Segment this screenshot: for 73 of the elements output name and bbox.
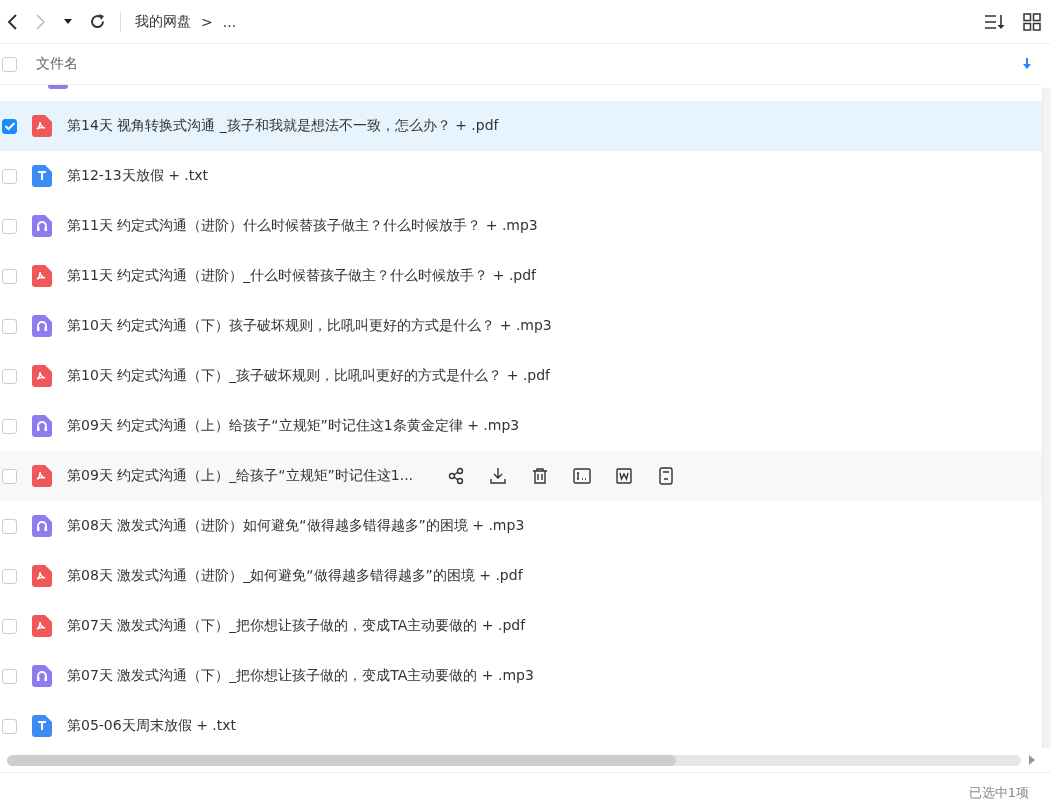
document-icon[interactable] [657,467,676,485]
file-row[interactable]: 第14天 视角转换式沟通 _孩子和我就是想法不一致，怎么办？ + .pdf [0,101,1042,151]
headphones-file-icon [32,665,52,687]
checkbox[interactable] [2,518,17,534]
file-row[interactable]: 第08天 激发式沟通（进阶）如何避免“做得越多错得越多”的困境 + .mp3 [0,501,1042,551]
pdf-file-icon [32,465,52,487]
sort-icon[interactable] [984,12,1006,31]
file-row[interactable]: 第10天 约定式沟通（下）孩子破坏规则，比吼叫更好的方式是什么？ + .mp3 [0,301,1042,351]
file-name: 第10天 约定式沟通（下）_孩子破坏规则，比吼叫更好的方式是什么？ + .pdf [67,367,551,385]
file-name: 第08天 激发式沟通（进阶）如何避免“做得越多错得越多”的困境 + .mp3 [67,517,525,535]
file-name: 第09天 约定式沟通（上）_给孩子“立规矩”时记住这1... [67,467,414,485]
pdf-file-icon [32,565,52,587]
text-file-icon [32,715,52,737]
file-name: 第08天 激发式沟通（进阶）_如何避免“做得越多错得越多”的困境 + .pdf [67,567,523,585]
delete-icon[interactable] [531,467,550,485]
text-box-icon[interactable] [573,467,592,485]
checkbox[interactable] [2,218,17,234]
file-name: 第05-06天周末放假 + .txt [67,717,237,735]
breadcrumb-item[interactable]: ... [222,13,237,30]
pdf-file-icon [32,615,52,637]
file-name: 第11天 约定式沟通（进阶）_什么时候替孩子做主？什么时候放手？ + .pdf [67,267,537,285]
file-row[interactable]: 第11天 约定式沟通（进阶）什么时候替孩子做主？什么时候放手？ + .mp3 [0,201,1042,251]
file-name: 第12-13天放假 + .txt [67,167,209,185]
file-name: 第14天 视角转换式沟通 _孩子和我就是想法不一致，怎么办？ + .pdf [67,117,499,135]
checkbox[interactable] [2,268,17,284]
headphones-file-icon [32,515,52,537]
file-row[interactable]: 第05-06天周末放假 + .txt [0,701,1042,748]
selection-count: 已选中1项 [968,784,1029,802]
forward-icon[interactable] [35,12,47,31]
back-icon[interactable] [6,12,18,31]
refresh-icon[interactable] [89,13,106,30]
file-row[interactable]: 第11天 约定式沟通（进阶）_什么时候替孩子做主？什么时候放手？ + .pdf [0,251,1042,301]
download-icon[interactable] [489,467,508,485]
share-icon[interactable] [447,467,466,485]
file-name: 第11天 约定式沟通（进阶）什么时候替孩子做主？什么时候放手？ + .mp3 [67,217,538,235]
checkbox[interactable] [2,418,17,434]
pdf-file-icon [32,115,52,137]
file-row[interactable]: 第12-13天放假 + .txt [0,151,1042,201]
file-row[interactable]: 第07天 激发式沟通（下）_把你想让孩子做的，变成TA主动要做的 + .mp3 [0,651,1042,701]
checkbox[interactable] [2,668,17,684]
checkbox[interactable] [2,568,17,584]
checkbox[interactable] [2,368,17,384]
sort-descending-icon[interactable] [1022,58,1032,70]
checkbox[interactable] [2,468,17,484]
file-row[interactable]: 第09天 约定式沟通（上）给孩子“立规矩”时记住这1条黄金定律 + .mp3 [0,401,1042,451]
file-name: 第10天 约定式沟通（下）孩子破坏规则，比吼叫更好的方式是什么？ + .mp3 [67,317,552,335]
grid-view-icon[interactable] [1023,12,1041,31]
file-name: 第09天 约定式沟通（上）给孩子“立规矩”时记住这1条黄金定律 + .mp3 [67,417,520,435]
file-row[interactable]: 第09天 约定式沟通（上）_给孩子“立规矩”时记住这1... [0,451,1042,501]
pdf-file-icon [32,265,52,287]
checkbox[interactable] [2,318,17,334]
file-row[interactable]: 第07天 激发式沟通（下）_把你想让孩子做的，变成TA主动要做的 + .pdf [0,601,1042,651]
headphones-file-icon [32,315,52,337]
breadcrumb-separator: > [201,13,213,30]
checkbox[interactable] [2,618,17,634]
headphones-file-icon [32,215,52,237]
headphones-file-icon [32,415,52,437]
checkbox[interactable] [2,718,17,734]
file-name: 第07天 激发式沟通（下）_把你想让孩子做的，变成TA主动要做的 + .pdf [67,617,526,635]
pdf-file-icon [32,365,52,387]
text-file-icon [32,165,52,187]
scroll-right-icon[interactable] [1029,755,1035,765]
horizontal-scrollbar[interactable] [7,754,1021,766]
file-row[interactable]: 第10天 约定式沟通（下）_孩子破坏规则，比吼叫更好的方式是什么？ + .pdf [0,351,1042,401]
dropdown-icon[interactable] [64,18,72,25]
file-name: 第07天 激发式沟通（下）_把你想让孩子做的，变成TA主动要做的 + .mp3 [67,667,534,685]
checkbox[interactable] [2,168,17,184]
breadcrumb-item[interactable]: 我的网盘 [135,12,191,31]
checkbox[interactable] [2,118,17,134]
file-row[interactable]: 第08天 激发式沟通（进阶）_如何避免“做得越多错得越多”的困境 + .pdf [0,551,1042,601]
checkbox[interactable] [2,56,17,72]
word-doc-icon[interactable] [615,467,634,485]
column-header[interactable]: 文件名 [36,55,1022,73]
